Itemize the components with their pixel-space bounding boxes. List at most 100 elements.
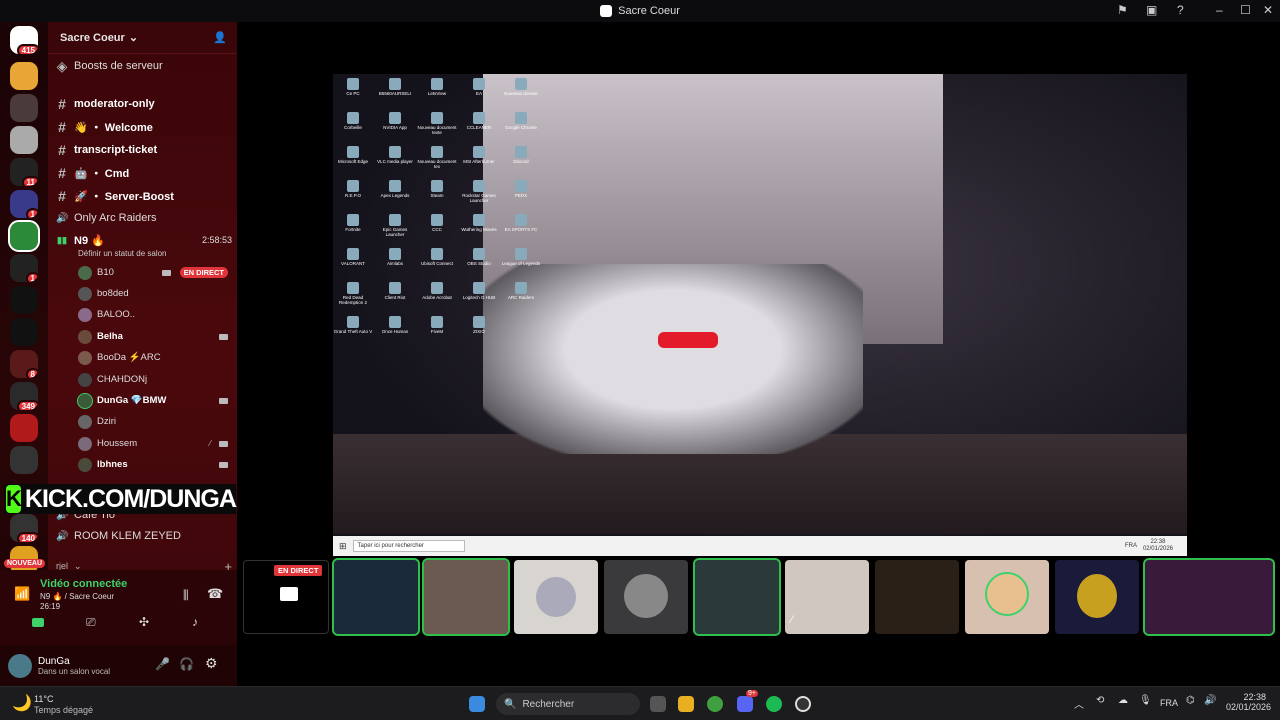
server-icon[interactable]: 8 bbox=[10, 350, 38, 378]
channel-transcript-ticket[interactable]: # transcript-ticket bbox=[56, 140, 232, 160]
discord-icon[interactable] bbox=[737, 696, 753, 712]
close-button[interactable]: ✕ bbox=[1263, 3, 1273, 17]
headphones-icon[interactable]: 🎧 bbox=[179, 657, 194, 671]
server-icon[interactable] bbox=[10, 62, 38, 90]
signal-icon[interactable]: 📶 bbox=[14, 586, 30, 602]
server-icon[interactable]: 349 bbox=[10, 382, 38, 410]
server-icon-active[interactable] bbox=[8, 220, 40, 252]
hash-icon: # bbox=[58, 188, 66, 204]
search-label: Rechercher bbox=[522, 698, 575, 710]
file-explorer-icon[interactable] bbox=[678, 696, 694, 712]
start-icon[interactable] bbox=[469, 696, 485, 712]
voice-user[interactable]: Belha bbox=[78, 327, 228, 346]
screen-share-icon[interactable]: ⎚ bbox=[86, 615, 96, 630]
participant-tile[interactable] bbox=[332, 558, 420, 636]
voice-channel[interactable]: 🔊 ROOM KLEM ZEYED bbox=[56, 526, 232, 546]
channel-status[interactable]: Définir un statut de salon bbox=[78, 249, 167, 258]
participant-tile[interactable] bbox=[514, 560, 598, 634]
stream-preview-tile[interactable]: EN DIRECT bbox=[243, 560, 329, 634]
spotify-icon[interactable] bbox=[766, 696, 782, 712]
server-icon[interactable]: 140 bbox=[10, 514, 38, 542]
app-icon bbox=[431, 112, 443, 124]
taskbar-search[interactable]: 🔍 Rechercher bbox=[496, 693, 640, 715]
voice-user[interactable]: DunGa 💎BMW bbox=[77, 391, 228, 410]
help-icon[interactable]: ? bbox=[1177, 3, 1184, 17]
participant-tile[interactable] bbox=[965, 560, 1049, 634]
desktop-icon: Logitech G HUB bbox=[459, 282, 499, 300]
channel-only-arc-raiders[interactable]: 🔊 Only Arc Raiders bbox=[56, 208, 232, 228]
voice-user[interactable]: Dziri bbox=[78, 412, 228, 431]
server-icon[interactable]: 1 bbox=[10, 254, 38, 282]
participant-tile[interactable] bbox=[1055, 560, 1139, 634]
voice-user[interactable]: BooDa ⚡ARC bbox=[78, 348, 228, 367]
mic-tray-icon[interactable]: 🎙 bbox=[1139, 695, 1152, 706]
user-avatar[interactable] bbox=[8, 653, 32, 678]
server-icon[interactable]: 11 bbox=[10, 158, 38, 186]
activities-icon[interactable]: ✣ bbox=[139, 615, 149, 629]
maximize-button[interactable]: ☐ bbox=[1240, 3, 1251, 17]
participant-tile[interactable]: ⁄ bbox=[785, 560, 869, 634]
desktop-icon: ZIXIO bbox=[459, 316, 499, 334]
desktop-icon-label: Logitech G HUB bbox=[462, 295, 496, 300]
minimize-button[interactable]: – bbox=[1216, 3, 1223, 17]
muted-icon: ⁄ bbox=[791, 614, 793, 626]
taskbar-clock[interactable]: 22:38 02/01/2026 bbox=[1226, 692, 1271, 712]
tray-overflow-icon[interactable]: ︿ bbox=[1074, 696, 1084, 711]
volume-icon[interactable]: 🔊 bbox=[1204, 695, 1216, 706]
task-view-icon[interactable] bbox=[650, 696, 666, 712]
screen-share-view[interactable]: Ce PC B5560AURSELI LetsView EA Nouveau dossi… bbox=[333, 74, 1187, 556]
participant-tile[interactable] bbox=[604, 560, 688, 634]
boosts-link[interactable]: ◈ Boosts de serveur bbox=[56, 56, 232, 76]
sync-icon[interactable]: ⟲ bbox=[1096, 695, 1104, 706]
noise-suppression-icon[interactable]: ⫼ bbox=[183, 588, 189, 603]
voice-user[interactable]: CHAHDONj bbox=[78, 370, 228, 389]
voice-user[interactable]: BALOO.. bbox=[78, 305, 228, 324]
channel-label: ROOM KLEM ZEYED bbox=[74, 530, 181, 542]
channel-moderator-only[interactable]: # moderator-only bbox=[56, 94, 232, 114]
server-icon[interactable] bbox=[10, 414, 38, 442]
network-icon[interactable]: ⌬ bbox=[1186, 695, 1195, 706]
server-icon[interactable] bbox=[10, 126, 38, 154]
server-icon[interactable] bbox=[10, 446, 38, 474]
voice-channel-n9[interactable]: ▮▮ N9 🔥 2:58:53 bbox=[56, 230, 232, 250]
user-name: Houssem bbox=[97, 438, 138, 449]
camera-toggle-icon[interactable] bbox=[32, 618, 44, 627]
desktop-icon-label: OBS Studio bbox=[467, 261, 491, 266]
server-icon[interactable] bbox=[10, 94, 38, 122]
desktop-icon-label: LetsView bbox=[427, 91, 447, 96]
microphone-icon[interactable]: 🎤 bbox=[155, 657, 170, 671]
desktop-icon: Aimlabs bbox=[375, 248, 415, 266]
invite-icon[interactable]: 👤 bbox=[213, 31, 227, 44]
soundboard-icon[interactable]: ♪ bbox=[192, 615, 198, 629]
server-icon[interactable]: 1 bbox=[10, 190, 38, 218]
direct-messages-icon[interactable]: 415 bbox=[10, 26, 38, 54]
participant-tile[interactable] bbox=[422, 558, 510, 636]
voice-user[interactable]: B10 EN DIRECT bbox=[78, 263, 228, 282]
user-info[interactable]: DunGa Dans un salon vocal bbox=[38, 656, 110, 676]
participant-tile[interactable] bbox=[875, 560, 959, 634]
screen-icon[interactable]: ▣ bbox=[1146, 3, 1157, 17]
server-icon[interactable] bbox=[10, 318, 38, 346]
weather-icon[interactable]: 🌙 bbox=[12, 693, 32, 713]
disconnect-icon[interactable]: ☎ bbox=[207, 586, 223, 602]
desktop-icon-label: EA SPORTS FC bbox=[504, 227, 538, 232]
participant-tile[interactable] bbox=[693, 558, 781, 636]
channel-cmd[interactable]: # 🤖 ・ Cmd bbox=[56, 163, 232, 183]
settings-gear-icon[interactable]: ⚙ bbox=[205, 655, 218, 672]
channel-server-boost[interactable]: # 🚀 ・ Server-Boost bbox=[56, 186, 232, 206]
weather-temp[interactable]: 11°C bbox=[34, 694, 53, 704]
language-indicator[interactable]: FRA bbox=[1160, 698, 1178, 708]
app-icon[interactable] bbox=[795, 696, 811, 712]
cloud-icon[interactable]: ☁ bbox=[1118, 695, 1128, 706]
participant-tile[interactable] bbox=[1143, 558, 1275, 636]
inbox-icon[interactable]: ⚑ bbox=[1117, 3, 1128, 17]
chrome-icon[interactable] bbox=[707, 696, 723, 712]
server-header[interactable]: Sacre Coeur ⌄ 👤 bbox=[48, 22, 237, 54]
server-icon[interactable] bbox=[10, 286, 38, 314]
channel-welcome[interactable]: # 👋 ・ Welcome bbox=[56, 117, 232, 137]
windows-start-icon: ⊞ bbox=[339, 540, 347, 551]
voice-channel-path[interactable]: N9 🔥 / Sacre Coeur bbox=[40, 592, 114, 601]
voice-user[interactable]: Houssem ⁄ bbox=[78, 434, 228, 453]
voice-user[interactable]: bo8ded bbox=[78, 284, 228, 303]
voice-user[interactable]: lbhnes bbox=[78, 455, 228, 474]
